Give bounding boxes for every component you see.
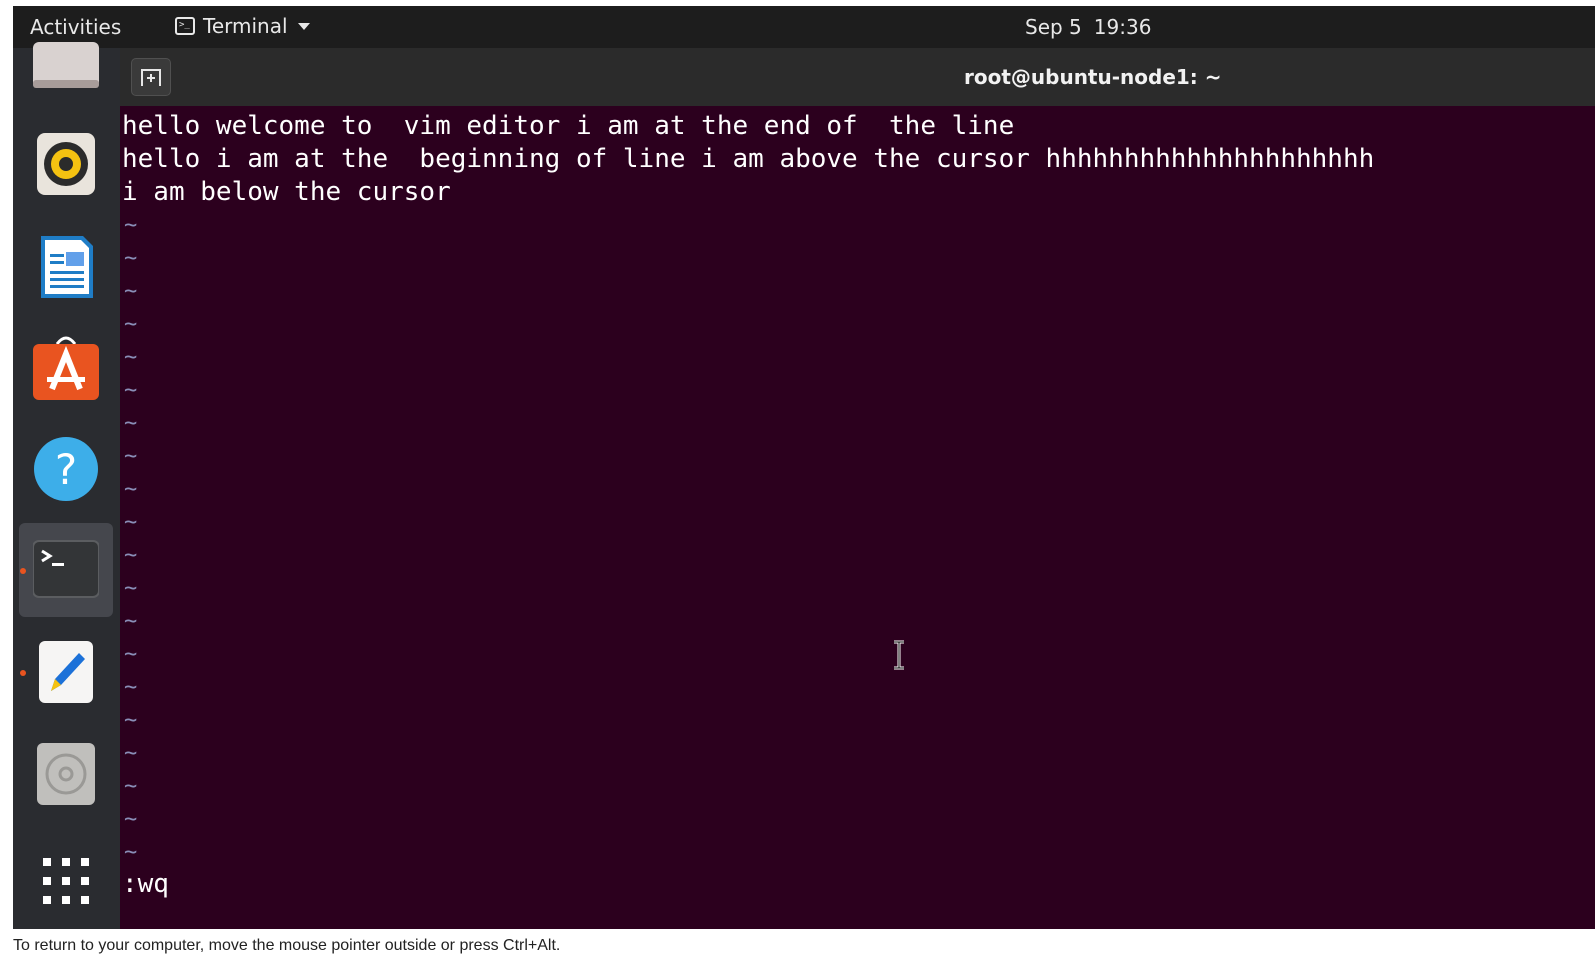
ubuntu-software-icon[interactable] <box>33 334 99 400</box>
svg-text:?: ? <box>55 445 77 494</box>
libreoffice-writer-icon[interactable] <box>33 234 99 300</box>
vim-tilde-line: ~ <box>124 576 138 601</box>
terminal-line: hello welcome to vim editor i am at the … <box>122 111 1015 141</box>
chevron-down-icon <box>297 22 310 30</box>
activities-button[interactable]: Activities <box>30 15 121 39</box>
show-applications-icon[interactable] <box>33 848 99 914</box>
new-tab-button[interactable] <box>131 58 171 96</box>
terminal-small-icon: >_ <box>175 17 195 35</box>
vim-tilde-line: ~ <box>124 807 138 832</box>
optical-drive-icon[interactable] <box>33 741 99 807</box>
terminal-icon[interactable] <box>32 536 100 602</box>
new-tab-icon <box>141 69 161 86</box>
app-menu[interactable]: >_ Terminal <box>175 14 310 38</box>
help-icon[interactable]: ? <box>33 436 99 502</box>
app-menu-label: Terminal <box>203 14 288 38</box>
vim-tilde-line: ~ <box>124 345 138 370</box>
vim-tilde-line: ~ <box>124 675 138 700</box>
vim-tilde-line: ~ <box>124 741 138 766</box>
vim-tilde-line: ~ <box>124 279 138 304</box>
terminal-line: i am below the cursor <box>122 177 451 207</box>
terminal-window: root@ubuntu-node1: ~ hello welcome to vi… <box>120 48 1595 929</box>
vim-tilde-line: ~ <box>124 609 138 634</box>
vim-tilde-line: ~ <box>124 213 138 238</box>
clock[interactable]: Sep 5 19:36 <box>1025 15 1151 39</box>
files-icon[interactable] <box>33 42 99 92</box>
window-header-bar: root@ubuntu-node1: ~ <box>120 48 1595 106</box>
vim-tilde-line: ~ <box>124 510 138 535</box>
window-title: root@ubuntu-node1: ~ <box>964 65 1222 89</box>
text-cursor-icon <box>894 640 904 670</box>
text-editor-icon[interactable] <box>33 639 99 705</box>
terminal-content[interactable]: hello welcome to vim editor i am at the … <box>120 106 1595 929</box>
dock: ? <box>13 42 120 929</box>
vim-tilde-line: ~ <box>124 840 138 865</box>
top-bar: Activities >_ Terminal Sep 5 19:36 <box>13 6 1595 48</box>
clock-time: 19:36 <box>1093 15 1152 39</box>
vim-tilde-line: ~ <box>124 477 138 502</box>
status-text: To return to your computer, move the mou… <box>13 937 561 954</box>
terminal-line: hello i am at the beginning of line i am… <box>122 144 1375 174</box>
vim-tilde-line: ~ <box>124 774 138 799</box>
rhythmbox-icon[interactable] <box>33 131 99 197</box>
vm-status-bar: To return to your computer, move the mou… <box>0 929 1595 972</box>
vim-tilde-line: ~ <box>124 378 138 403</box>
running-indicator <box>20 568 26 574</box>
running-indicator <box>20 670 26 676</box>
vim-tilde-line: ~ <box>124 312 138 337</box>
vim-tilde-line: ~ <box>124 543 138 568</box>
vim-tilde-line: ~ <box>124 642 138 667</box>
vm-screen: Activities >_ Terminal Sep 5 19:36 ? roo… <box>13 6 1595 929</box>
vim-tilde-line: ~ <box>124 246 138 271</box>
vim-tilde-line: ~ <box>124 708 138 733</box>
clock-date: Sep 5 <box>1025 15 1082 39</box>
vim-command-line: :wq <box>122 869 169 899</box>
vim-tilde-line: ~ <box>124 444 138 469</box>
vim-tilde-line: ~ <box>124 411 138 436</box>
